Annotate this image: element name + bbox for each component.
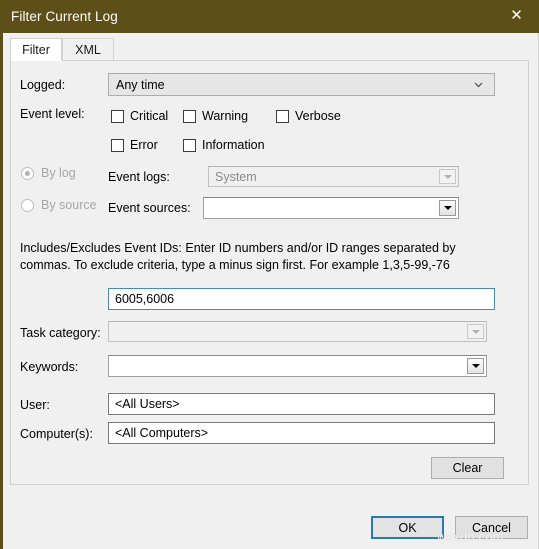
logged-value: Any time	[116, 77, 165, 92]
tab-xml-label: XML	[75, 42, 101, 57]
radio-by-log-label: By log	[41, 166, 76, 180]
computers-input[interactable]: <All Computers>	[108, 422, 495, 444]
dropdown-arrow-icon[interactable]	[467, 324, 484, 339]
event-logs-combo[interactable]: System	[208, 166, 459, 187]
radio-by-source[interactable]: By source	[21, 198, 97, 212]
tab-filter-label: Filter	[22, 43, 50, 57]
checkbox-verbose-label: Verbose	[295, 109, 341, 123]
event-ids-value: 6005,6006	[115, 292, 175, 306]
checkbox-warning-box	[183, 109, 196, 123]
title-bar: Filter Current Log ✕	[0, 0, 539, 33]
active-tab-seam	[11, 60, 62, 61]
keywords-combo[interactable]	[108, 355, 487, 377]
task-category-label: Task category:	[20, 326, 101, 340]
ok-button-label: OK	[398, 520, 417, 535]
logged-combo[interactable]: Any time	[108, 73, 495, 96]
radio-by-log[interactable]: By log	[21, 166, 76, 180]
dropdown-arrow-icon[interactable]	[439, 200, 456, 216]
computers-label: Computer(s):	[20, 427, 93, 441]
checkbox-error-box	[111, 138, 124, 152]
checkbox-information[interactable]: Information	[183, 138, 265, 152]
dropdown-arrow-icon[interactable]	[439, 169, 456, 184]
user-input[interactable]: <All Users>	[108, 393, 495, 415]
clear-button-label: Clear	[452, 461, 483, 475]
checkbox-critical-label: Critical	[130, 109, 169, 123]
event-sources-label: Event sources:	[108, 201, 191, 215]
checkbox-information-label: Information	[202, 138, 265, 152]
dropdown-arrow-icon[interactable]	[467, 358, 484, 374]
chevron-down-icon	[473, 79, 484, 90]
event-ids-input[interactable]: 6005,6006	[108, 288, 495, 310]
checkbox-warning[interactable]: Warning	[183, 109, 248, 123]
ok-button[interactable]: OK	[371, 516, 444, 539]
event-logs-value: System	[215, 169, 257, 184]
keywords-label: Keywords:	[20, 360, 79, 374]
checkbox-verbose-box	[276, 109, 289, 123]
watermark: wsxdn.com	[437, 529, 504, 544]
logged-label: Logged:	[20, 78, 66, 92]
filter-current-log-dialog: Filter Current Log ✕ Filter XML Logged: …	[0, 0, 539, 549]
checkbox-verbose[interactable]: Verbose	[276, 109, 341, 123]
event-sources-combo[interactable]	[203, 197, 459, 219]
window-frame-left-edge	[0, 33, 3, 549]
clear-button[interactable]: Clear	[431, 457, 504, 479]
close-icon: ✕	[510, 7, 523, 24]
event-ids-help-text: Includes/Excludes Event IDs: Enter ID nu…	[20, 241, 456, 272]
checkbox-error-label: Error	[130, 138, 158, 152]
checkbox-critical[interactable]: Critical	[111, 109, 168, 123]
tab-strip: Filter XML	[10, 38, 530, 61]
task-category-combo[interactable]	[108, 321, 487, 342]
event-logs-label: Event logs:	[108, 170, 170, 184]
event-level-label: Event level:	[20, 107, 85, 121]
radio-by-source-label: By source	[41, 198, 97, 212]
checkbox-error[interactable]: Error	[111, 138, 158, 152]
tab-filter[interactable]: Filter	[10, 38, 62, 61]
checkbox-information-box	[183, 138, 196, 152]
tab-xml[interactable]: XML	[62, 38, 114, 61]
checkbox-critical-box	[111, 109, 124, 123]
window-title: Filter Current Log	[11, 9, 118, 24]
user-value: <All Users>	[115, 397, 180, 411]
close-button[interactable]: ✕	[494, 0, 539, 33]
radio-by-source-indicator	[21, 198, 34, 212]
user-label: User:	[20, 398, 50, 412]
computers-value: <All Computers>	[115, 426, 209, 440]
checkbox-warning-label: Warning	[202, 109, 249, 123]
radio-by-log-indicator	[21, 166, 34, 180]
